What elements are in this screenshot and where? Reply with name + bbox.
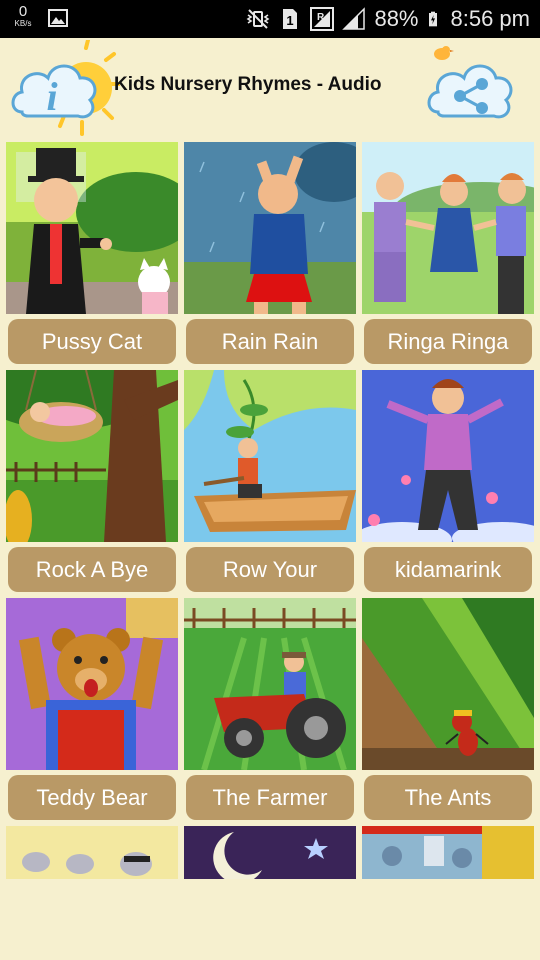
rhyme-thumbnail[interactable] [6, 370, 178, 542]
rhyme-button-label[interactable]: Ringa Ringa [364, 319, 532, 364]
gallery-icon [48, 9, 68, 27]
rhyme-item-partial-3[interactable] [362, 826, 534, 879]
vibrate-mute-icon [247, 9, 270, 29]
svg-text:R: R [317, 12, 325, 23]
rhyme-item-the-ants[interactable]: The Ants [362, 598, 534, 820]
rhyme-thumbnail[interactable] [362, 826, 534, 879]
rhyme-item-teddy-bear[interactable]: Teddy Bear [6, 598, 178, 820]
info-icon: i [11, 38, 122, 136]
rhyme-thumbnail[interactable] [6, 142, 178, 314]
rhyme-item-pussy-cat[interactable]: Pussy Cat [6, 142, 178, 364]
rhyme-thumbnail[interactable] [184, 370, 356, 542]
rhyme-thumbnail[interactable] [184, 598, 356, 770]
svg-text:i: i [46, 74, 57, 119]
clock: 8:56 pm [450, 6, 531, 31]
rhyme-item-kidamarink[interactable]: kidamarink [362, 370, 534, 592]
network-speed: 0 KB/s [10, 4, 36, 28]
info-button[interactable]: i [8, 38, 122, 136]
network-speed-unit: KB/s [14, 19, 32, 28]
roaming-signal-icon: R [310, 7, 335, 31]
rhyme-thumbnail[interactable] [184, 142, 356, 314]
rhyme-button-label[interactable]: Rain Rain [186, 319, 354, 364]
rhyme-item-partial-2[interactable] [184, 826, 356, 879]
rhyme-button-label[interactable]: Teddy Bear [8, 775, 176, 820]
rhyme-button-label[interactable]: Rock A Bye [8, 547, 176, 592]
rhyme-thumbnail[interactable] [6, 826, 178, 879]
app-header: i Kids Nursery Rhymes - Audio [0, 38, 540, 138]
sim-card-icon: 1 [283, 9, 298, 29]
rhyme-thumbnail[interactable] [362, 370, 534, 542]
rhyme-thumbnail[interactable] [6, 598, 178, 770]
rhyme-button-label[interactable]: Pussy Cat [8, 319, 176, 364]
rhyme-item-rock-a-bye[interactable]: Rock A Bye [6, 370, 178, 592]
rhyme-item-partial-1[interactable] [6, 826, 178, 879]
status-bar: 0 KB/s 1 R 88% 8:56 pm [0, 0, 540, 38]
battery-percentage: 88% [374, 6, 419, 31]
rhyme-thumbnail[interactable] [362, 142, 534, 314]
sim-slot-number: 1 [287, 13, 294, 28]
app-title: Kids Nursery Rhymes - Audio [114, 74, 382, 95]
rhyme-item-ringa-ringa[interactable]: Ringa Ringa [362, 142, 534, 364]
rhyme-item-the-farmer[interactable]: The Farmer [184, 598, 356, 820]
rhyme-item-row-your[interactable]: Row Your [184, 370, 356, 592]
rhyme-button-label[interactable]: The Farmer [186, 775, 354, 820]
rhyme-button-label[interactable]: The Ants [364, 775, 532, 820]
share-button[interactable] [420, 40, 532, 136]
rhyme-button-label[interactable]: Row Your [186, 547, 354, 592]
network-speed-value: 0 [18, 3, 28, 20]
rhyme-item-rain-rain[interactable]: Rain Rain [184, 142, 356, 364]
cell-signal-icon [342, 7, 366, 30]
rhyme-thumbnail[interactable] [184, 826, 356, 879]
rhyme-button-label[interactable]: kidamarink [364, 547, 532, 592]
rhyme-grid: Pussy Cat Rain Rain Ringa Ringa Rock A B… [6, 142, 534, 879]
share-icon [427, 46, 513, 119]
battery-charging-icon [428, 11, 437, 27]
rhyme-thumbnail[interactable] [362, 598, 534, 770]
